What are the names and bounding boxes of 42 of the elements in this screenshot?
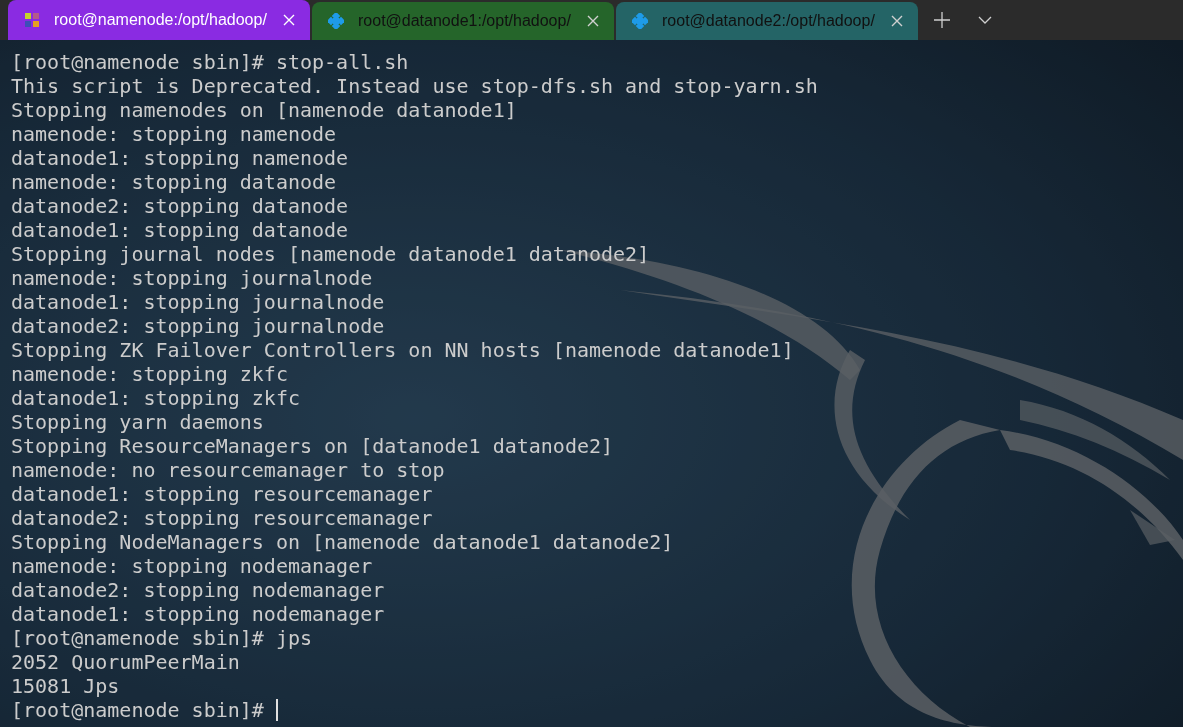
terminal-line: namenode: stopping zkfc [11, 362, 289, 386]
snowflake-icon [328, 13, 344, 29]
terminal-line: This script is Deprecated. Instead use stop-dfs.sh and stop-yarn.sh [11, 74, 819, 98]
terminal-line: 2052 QuorumPeerMain [11, 650, 241, 674]
tab-title: root@namenode:/opt/hadoop/ [54, 11, 268, 29]
tab-title: root@datanode2:/opt/hadoop/ [662, 12, 876, 30]
chevron-down-icon[interactable] [978, 16, 992, 24]
snowflake-icon [632, 13, 648, 29]
close-icon[interactable] [586, 14, 600, 28]
terminal-tab[interactable]: root@datanode2:/opt/hadoop/ [616, 2, 918, 40]
terminal-line: datanode1: stopping zkfc [11, 386, 301, 410]
terminal-line: namenode: stopping namenode [11, 122, 338, 146]
terminal-line: datanode2: stopping journalnode [11, 314, 386, 338]
terminal-line: namenode: stopping datanode [11, 170, 338, 194]
terminal-prompt: [root@namenode sbin]# [11, 698, 264, 722]
grid-icon [24, 12, 40, 28]
terminal-tab[interactable]: root@namenode:/opt/hadoop/ [8, 0, 310, 40]
terminal-line: namenode: stopping nodemanager [11, 554, 374, 578]
terminal-line: Stopping ZK Failover Controllers on NN hosts [namenode datanode1] [11, 338, 795, 362]
terminal-line: Stopping yarn daemons [11, 410, 265, 434]
terminal-line: Stopping journal nodes [namenode datanode1 datanode2] [11, 242, 651, 266]
terminal-line: datanode1: stopping resourcemanager [11, 482, 434, 506]
terminal-line: namenode: no resourcemanager to stop [11, 458, 446, 482]
terminal-line: Stopping ResourceManagers on [datanode1 datanode2] [11, 434, 615, 458]
terminal-line: [root@namenode sbin]# stop-all.sh [11, 50, 410, 74]
terminal-line: datanode1: stopping nodemanager [11, 602, 386, 626]
terminal-line: 15081 Jps [11, 674, 121, 698]
close-icon[interactable] [890, 14, 904, 28]
tab-title: root@datanode1:/opt/hadoop/ [358, 12, 572, 30]
terminal-line: namenode: stopping journalnode [11, 266, 374, 290]
terminal-line: datanode2: stopping nodemanager [11, 578, 386, 602]
plus-icon[interactable] [934, 12, 950, 28]
terminal-line: datanode1: stopping namenode [11, 146, 350, 170]
terminal-line: Stopping namenodes on [namenode datanode1] [11, 98, 518, 122]
terminal-line: datanode2: stopping resourcemanager [11, 506, 434, 530]
terminal-line: datanode1: stopping datanode [11, 218, 350, 242]
text-cursor [275, 699, 278, 721]
terminal-line: Stopping NodeManagers on [namenode datanode1 datanode2] [11, 530, 675, 554]
terminal-tab[interactable]: root@datanode1:/opt/hadoop/ [312, 2, 614, 40]
terminal-line: datanode1: stopping journalnode [11, 290, 386, 314]
terminal-line: [root@namenode sbin]# jps [11, 626, 314, 650]
terminal-line: datanode2: stopping datanode [11, 194, 350, 218]
